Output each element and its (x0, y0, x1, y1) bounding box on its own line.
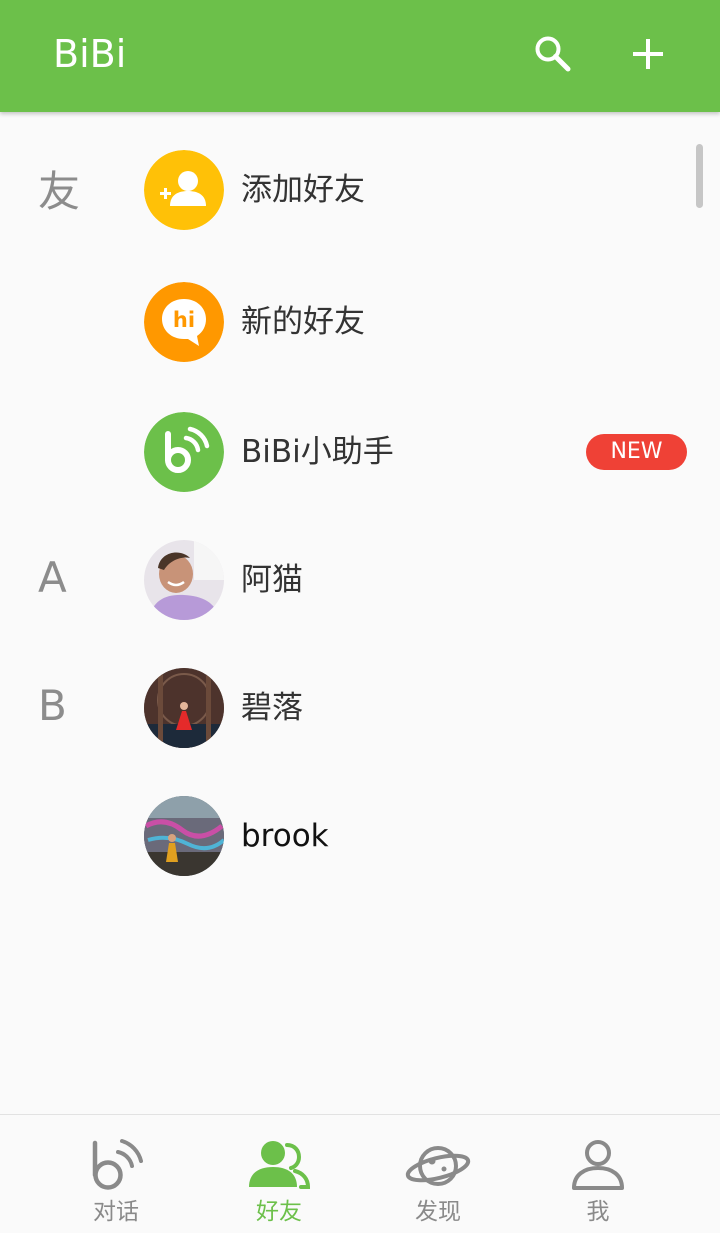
contact-row-biluo[interactable]: 碧落 (0, 648, 690, 768)
add-friend-row[interactable]: 添加好友 (0, 130, 690, 250)
contact-row-brook[interactable]: brook (0, 776, 690, 896)
add-button[interactable] (620, 28, 676, 84)
tab-discover[interactable]: 发现 (358, 1115, 518, 1233)
contact-row-amao[interactable]: 阿猫 (0, 520, 690, 640)
bibi-assistant-row[interactable]: BiBi小助手 NEW (0, 392, 690, 512)
search-button[interactable] (525, 28, 581, 84)
friends-icon (244, 1133, 314, 1191)
tab-me[interactable]: 我 (518, 1115, 678, 1233)
profile-icon (563, 1133, 633, 1191)
new-badge: NEW (586, 434, 687, 470)
bibi-logo-icon (144, 412, 224, 492)
add-friend-avatar (144, 150, 224, 230)
chat-bubble-icon (81, 1133, 151, 1191)
new-friends-row[interactable]: hi 新的好友 (0, 262, 690, 382)
avatar (144, 668, 224, 748)
contact-name: BiBi小助手 (241, 434, 394, 470)
avatar (144, 796, 224, 876)
bibi-assistant-avatar (144, 412, 224, 492)
avatar (144, 540, 224, 620)
bottom-nav: 对话 好友 发现 我 (0, 1114, 720, 1233)
tab-label: 发现 (415, 1199, 461, 1225)
tab-label: 对话 (93, 1199, 139, 1225)
app-title: BiBi (53, 32, 127, 76)
planet-icon (403, 1133, 473, 1191)
plus-icon (631, 37, 665, 75)
contact-name: 新的好友 (241, 304, 365, 340)
add-friend-icon (144, 150, 224, 230)
scrollbar[interactable] (696, 144, 703, 208)
contact-name: 阿猫 (241, 562, 303, 598)
contact-name: brook (241, 818, 329, 854)
tab-label: 我 (586, 1199, 610, 1225)
hi-chat-icon: hi (144, 282, 224, 362)
contact-name: 添加好友 (241, 172, 365, 208)
tab-friends[interactable]: 好友 (199, 1115, 359, 1233)
contact-name: 碧落 (241, 690, 303, 726)
contact-list[interactable]: 友 A B 添加好友 hi 新的好友 BiBi小助手 NEW 阿猫 碧落 bro… (0, 112, 720, 1115)
svg-text:hi: hi (173, 308, 195, 332)
search-icon (533, 34, 573, 78)
app-bar: BiBi (0, 0, 720, 112)
new-friends-avatar: hi (144, 282, 224, 362)
tab-chats[interactable]: 对话 (36, 1115, 196, 1233)
tab-label: 好友 (256, 1199, 302, 1225)
